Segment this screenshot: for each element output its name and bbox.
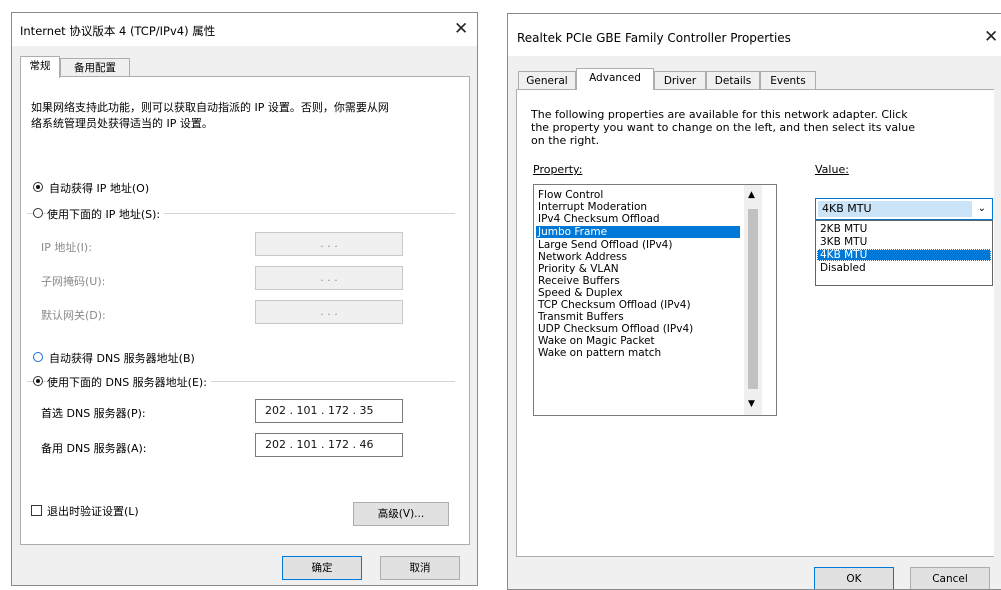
list-item[interactable]: Flow Control	[536, 189, 603, 201]
list-item[interactable]: Large Send Offload (IPv4)	[536, 239, 672, 251]
dialog-title: Realtek PCIe GBE Family Controller Prope…	[517, 31, 791, 45]
list-item-selected[interactable]: Jumbo Frame	[536, 226, 740, 238]
description-line1: The following properties are available f…	[531, 108, 908, 121]
dropdown-option[interactable]: Disabled	[817, 262, 991, 274]
list-item[interactable]: TCP Checksum Offload (IPv4)	[536, 299, 691, 311]
cancel-button[interactable]: Cancel	[910, 567, 990, 589]
validate-checkbox[interactable]	[31, 505, 42, 516]
value-label: Value:	[815, 163, 849, 176]
cancel-button[interactable]: 取消	[380, 556, 460, 580]
preferred-dns-label: 首选 DNS 服务器(P):	[41, 407, 146, 420]
property-list[interactable]: Flow Control Interrupt Moderation IPv4 C…	[533, 184, 777, 416]
list-item[interactable]: Speed & Duplex	[536, 287, 623, 299]
manual-ip-label[interactable]: 使用下面的 IP 地址(S):	[47, 206, 165, 222]
list-item[interactable]: IPv4 Checksum Offload	[536, 213, 660, 225]
tab-general[interactable]: 常规	[20, 56, 60, 78]
manual-ip-radio[interactable]	[33, 208, 43, 218]
manual-dns-label[interactable]: 使用下面的 DNS 服务器地址(E):	[47, 374, 211, 390]
close-icon[interactable]: ✕	[454, 19, 468, 39]
adapter-properties-dialog: Realtek PCIe GBE Family Controller Prope…	[507, 13, 1001, 590]
scroll-thumb[interactable]	[748, 209, 758, 389]
chevron-down-icon[interactable]: ⌄	[978, 199, 986, 219]
ipv4-properties-dialog: Internet 协议版本 4 (TCP/IPv4) 属性 ✕ 常规 备用配置 …	[11, 12, 478, 586]
dropdown-option-selected[interactable]: 4KB MTU	[817, 249, 991, 261]
list-item[interactable]: Transmit Buffers	[536, 311, 624, 323]
validate-label[interactable]: 退出时验证设置(L)	[47, 503, 139, 519]
auto-ip-radio[interactable]	[33, 182, 43, 192]
ip-address-label: IP 地址(I):	[41, 241, 92, 254]
ok-button[interactable]: 确定	[282, 556, 362, 580]
tab-driver[interactable]: Driver	[654, 71, 706, 90]
dropdown-option[interactable]: 2KB MTU	[817, 223, 991, 235]
ok-button[interactable]: OK	[814, 567, 894, 589]
value-dropdown[interactable]: 4KB MTU ⌄	[815, 198, 993, 220]
list-item[interactable]: Wake on Magic Packet	[536, 335, 655, 347]
scroll-up-icon[interactable]: ▲	[748, 190, 755, 200]
list-item[interactable]: Wake on pattern match	[536, 347, 661, 359]
tab-events[interactable]: Events	[760, 71, 816, 90]
dropdown-option[interactable]: 3KB MTU	[817, 236, 991, 248]
list-item[interactable]: Interrupt Moderation	[536, 201, 647, 213]
description-line1: 如果网络支持此功能，则可以获取自动指派的 IP 设置。否则，你需要从网	[31, 101, 389, 114]
list-item[interactable]: Network Address	[536, 251, 627, 263]
tab-general[interactable]: General	[518, 71, 576, 90]
list-item[interactable]: Receive Buffers	[536, 275, 620, 287]
advanced-panel: The following properties are available f…	[516, 89, 994, 557]
alternate-dns-label: 备用 DNS 服务器(A):	[41, 442, 147, 455]
subnet-label: 子网掩码(U):	[41, 275, 106, 288]
advanced-button[interactable]: 高级(V)...	[353, 502, 449, 526]
description-line3: on the right.	[531, 134, 600, 147]
title-bar: Realtek PCIe GBE Family Controller Prope…	[508, 14, 1001, 56]
gateway-label: 默认网关(D):	[41, 309, 106, 322]
general-panel: 如果网络支持此功能，则可以获取自动指派的 IP 设置。否则，你需要从网 络系统管…	[20, 76, 470, 545]
gateway-field[interactable]: . . .	[255, 300, 403, 324]
ip-address-field[interactable]: . . .	[255, 232, 403, 256]
dialog-title: Internet 协议版本 4 (TCP/IPv4) 属性	[20, 24, 216, 38]
list-item[interactable]: UDP Checksum Offload (IPv4)	[536, 323, 693, 335]
value-dropdown-list[interactable]: 2KB MTU 3KB MTU 4KB MTU Disabled	[815, 220, 993, 286]
property-label: Property:	[533, 163, 583, 176]
title-bar: Internet 协议版本 4 (TCP/IPv4) 属性 ✕	[12, 13, 477, 46]
tab-alternate-config[interactable]: 备用配置	[60, 58, 130, 77]
description-line2: the property you want to change on the l…	[531, 121, 915, 134]
tab-details[interactable]: Details	[706, 71, 760, 90]
auto-dns-radio[interactable]	[33, 352, 43, 362]
tab-advanced[interactable]: Advanced	[576, 68, 654, 90]
subnet-field[interactable]: . . .	[255, 266, 403, 290]
auto-ip-label[interactable]: 自动获得 IP 地址(O)	[49, 180, 149, 196]
list-item[interactable]: Priority & VLAN	[536, 263, 619, 275]
scrollbar[interactable]: ▲ ▼	[744, 185, 762, 415]
manual-dns-radio[interactable]	[33, 376, 43, 386]
description-line2: 络系统管理员处获得适当的 IP 设置。	[31, 117, 213, 130]
auto-dns-label[interactable]: 自动获得 DNS 服务器地址(B)	[49, 350, 195, 366]
scroll-down-icon[interactable]: ▼	[748, 399, 755, 409]
value-dropdown-text: 4KB MTU	[822, 202, 872, 215]
alternate-dns-field[interactable]: 202 . 101 . 172 . 46	[255, 433, 403, 457]
close-icon[interactable]: ✕	[984, 27, 998, 47]
preferred-dns-field[interactable]: 202 . 101 . 172 . 35	[255, 399, 403, 423]
